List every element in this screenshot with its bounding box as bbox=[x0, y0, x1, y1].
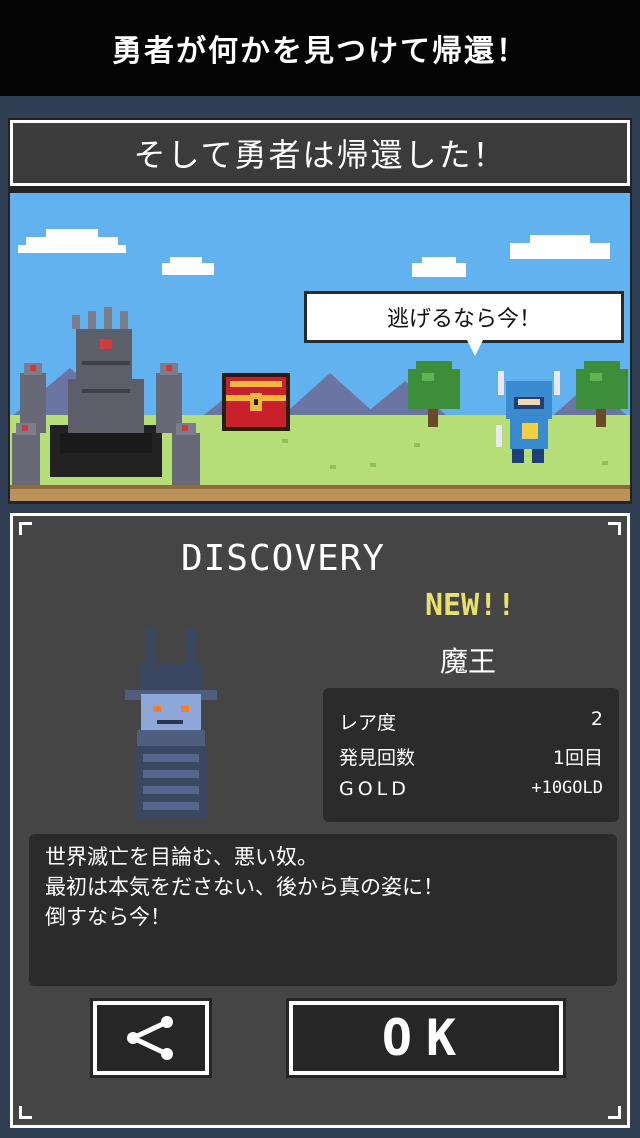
stat-row-rarity: レア度 2 bbox=[339, 708, 603, 734]
share-button[interactable] bbox=[90, 998, 212, 1078]
stat-row-discover-count: 発見回数 1回目 bbox=[339, 747, 603, 769]
speech-text: 逃げるなら今！ bbox=[386, 307, 541, 332]
share-icon bbox=[127, 1016, 173, 1060]
description-line: 倒すなら今！ bbox=[45, 905, 171, 929]
scene-illustration bbox=[10, 193, 630, 501]
demon-king-icon bbox=[125, 628, 217, 820]
discovery-heading: DISCOVERY bbox=[180, 538, 386, 579]
ok-button[interactable]: OK bbox=[286, 998, 566, 1078]
discovery-panel: DISCOVERY NEW!! 魔王 レア度 2 発見回数 1回目 GOLD +… bbox=[10, 513, 630, 1128]
scene: 逃げるなら今！ bbox=[10, 193, 630, 501]
description-line: 最初は本気をださない、後から真の姿に！ bbox=[45, 875, 444, 899]
banner-title: 勇者が何かを見つけて帰還！ bbox=[112, 34, 528, 69]
description-line: 世界滅亡を目論む、悪い奴。 bbox=[45, 845, 318, 869]
stage-title-text: そして勇者は帰還した！ bbox=[133, 136, 507, 174]
top-banner: 勇者が何かを見つけて帰還！ bbox=[0, 0, 640, 96]
ok-label: OK bbox=[381, 1009, 471, 1067]
description-box: 世界滅亡を目論む、悪い奴。 最初は本気をださない、後から真の姿に！ 倒すなら今！ bbox=[29, 834, 617, 986]
treasure-chest-icon bbox=[222, 373, 290, 431]
monster-name: 魔王 bbox=[439, 645, 496, 678]
stage-title: そして勇者は帰還した！ bbox=[10, 120, 630, 186]
speech-bubble: 逃げるなら今！ bbox=[304, 291, 624, 356]
stats-box: レア度 2 発見回数 1回目 GOLD +10GOLD bbox=[323, 688, 619, 822]
stat-row-gold: GOLD +10GOLD bbox=[339, 778, 603, 800]
new-badge: NEW!! bbox=[425, 588, 516, 623]
